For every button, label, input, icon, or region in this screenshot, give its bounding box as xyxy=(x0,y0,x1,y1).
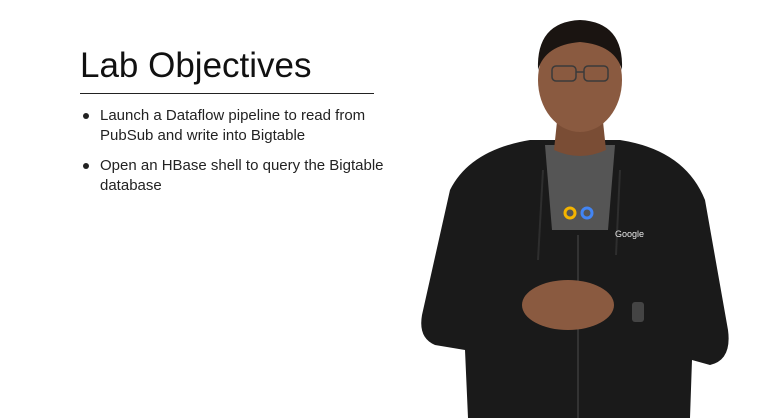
bullet-icon xyxy=(83,163,89,169)
objective-text: Launch a Dataflow pipeline to read from … xyxy=(100,107,366,144)
objective-item: Open an HBase shell to query the Bigtabl… xyxy=(80,156,390,196)
bullet-icon xyxy=(83,113,89,119)
objectives-list: Launch a Dataflow pipeline to read from … xyxy=(80,106,390,206)
presenter-tshirt xyxy=(545,145,615,230)
watch-icon xyxy=(632,302,644,322)
presenter-hands xyxy=(522,280,614,330)
title-divider xyxy=(80,93,374,94)
objective-item: Launch a Dataflow pipeline to read from … xyxy=(80,106,390,146)
objective-text: Open an HBase shell to query the Bigtabl… xyxy=(100,157,384,194)
lab-objectives-slide: Lab Objectives Launch a Dataflow pipelin… xyxy=(0,0,758,418)
presenter-image: Google xyxy=(421,20,729,418)
hoodie-google-logo: Google xyxy=(615,229,644,239)
slide-title: Lab Objectives xyxy=(80,46,312,85)
